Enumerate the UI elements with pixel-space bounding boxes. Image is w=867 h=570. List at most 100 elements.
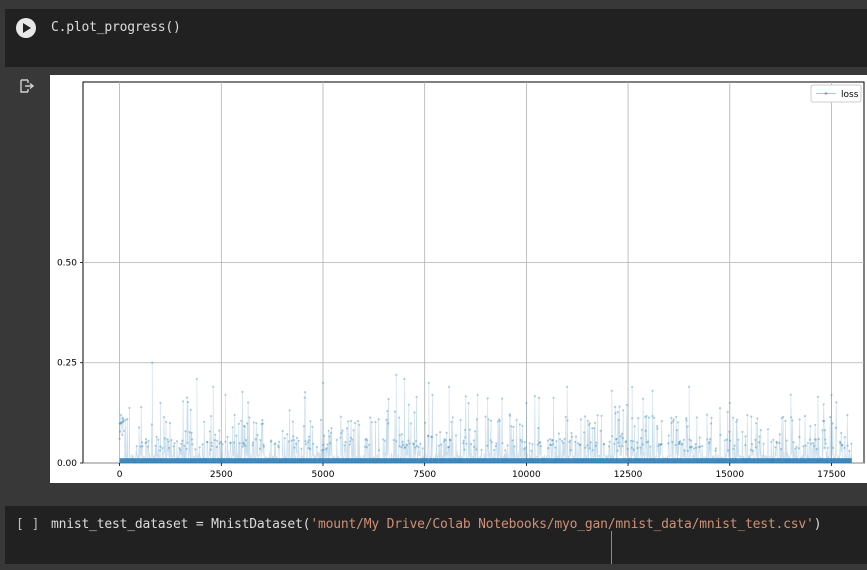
loss-point — [552, 396, 555, 399]
loss-point — [162, 416, 165, 419]
loss-point — [212, 385, 215, 388]
loss-point — [714, 447, 718, 450]
loss-point — [708, 440, 711, 443]
loss-point — [213, 439, 216, 442]
loss-point — [465, 442, 468, 445]
loss-point — [522, 448, 525, 451]
loss-point — [462, 442, 465, 445]
loss-point — [447, 445, 450, 448]
loss-point — [506, 444, 509, 447]
loss-point — [726, 410, 729, 413]
loss-point — [792, 441, 795, 444]
loss-point — [343, 444, 346, 447]
loss-point — [445, 431, 448, 434]
loss-point — [498, 419, 501, 422]
loss-point — [311, 425, 314, 428]
loss-point — [304, 391, 307, 394]
loss-point — [812, 442, 815, 445]
loss-point — [616, 449, 619, 452]
loss-point — [728, 430, 731, 433]
code-cell-1[interactable] — [5, 9, 867, 67]
loss-point — [523, 440, 526, 444]
loss-point — [326, 443, 329, 446]
loss-point — [374, 420, 377, 423]
loss-point — [245, 438, 248, 442]
loss-point — [427, 434, 430, 437]
loss-point — [186, 441, 189, 445]
x-tick-label: 0 — [117, 470, 123, 480]
loss-point — [579, 443, 582, 446]
code-line-2[interactable]: mnist_test_dataset = MnistDataset('mount… — [51, 517, 822, 532]
loss-point — [241, 445, 244, 448]
loss-point — [758, 441, 761, 444]
loss-point — [640, 428, 644, 431]
loss-point — [221, 442, 224, 446]
code-prefix: mnist_test_dataset = MnistDataset( — [51, 517, 311, 532]
loss-point — [370, 421, 373, 424]
loss-point — [288, 409, 291, 412]
loss-point — [775, 441, 779, 444]
loss-point — [345, 427, 349, 430]
loss-point — [520, 440, 523, 443]
loss-point — [633, 425, 636, 428]
code-line[interactable]: C.plot_progress() — [51, 20, 181, 35]
loss-point — [762, 442, 765, 445]
loss-point — [631, 385, 634, 388]
loss-point — [327, 429, 330, 432]
loss-point — [510, 425, 513, 428]
loss-point — [774, 446, 777, 449]
loss-point — [611, 435, 614, 438]
loss-point — [261, 422, 264, 425]
loss-point — [533, 395, 536, 398]
loss-point — [349, 436, 352, 439]
code-cell-2[interactable] — [5, 506, 867, 564]
loss-point — [295, 442, 298, 445]
loss-point — [843, 446, 846, 450]
loss-point — [164, 420, 168, 423]
loss-point — [737, 438, 740, 441]
loss-point — [586, 444, 589, 447]
loss-point — [439, 431, 442, 434]
loss-point — [440, 443, 443, 446]
loss-point — [486, 444, 489, 447]
loss-point — [470, 442, 473, 446]
loss-point — [119, 413, 122, 417]
loss-point — [408, 442, 411, 445]
legend: loss — [810, 84, 862, 103]
loss-point — [719, 433, 722, 437]
loss-point — [189, 408, 192, 411]
loss-point — [449, 439, 452, 442]
loss-point — [183, 444, 186, 447]
loss-point — [802, 445, 805, 448]
loss-point — [655, 425, 659, 428]
loss-point — [779, 447, 783, 451]
x-tick-label: 10000 — [512, 470, 541, 480]
loss-point — [464, 395, 467, 398]
loss-point — [806, 441, 810, 444]
loss-point — [172, 445, 175, 448]
loss-point — [547, 447, 550, 450]
loss-point — [770, 440, 773, 443]
loss-point — [201, 443, 204, 446]
loss-point — [186, 396, 189, 399]
loss-point — [660, 442, 663, 446]
loss-point — [290, 439, 293, 442]
output-redirect-icon[interactable] — [18, 78, 34, 94]
loss-point — [188, 431, 191, 434]
loss-point — [159, 445, 162, 448]
loss-point — [557, 432, 560, 435]
loss-point — [194, 448, 197, 451]
loss-point — [181, 439, 184, 442]
loss-point — [848, 449, 851, 452]
loss-point — [146, 445, 149, 448]
loss-point — [352, 429, 355, 432]
loss-point — [473, 445, 476, 448]
loss-point — [797, 447, 801, 450]
loss-point — [421, 447, 424, 450]
execution-marker[interactable]: [ ] — [16, 517, 39, 532]
run-cell-button[interactable] — [16, 18, 36, 38]
loss-point — [190, 431, 193, 434]
loss-point — [407, 439, 410, 442]
loss-point — [166, 438, 169, 441]
loss-point — [348, 443, 351, 446]
